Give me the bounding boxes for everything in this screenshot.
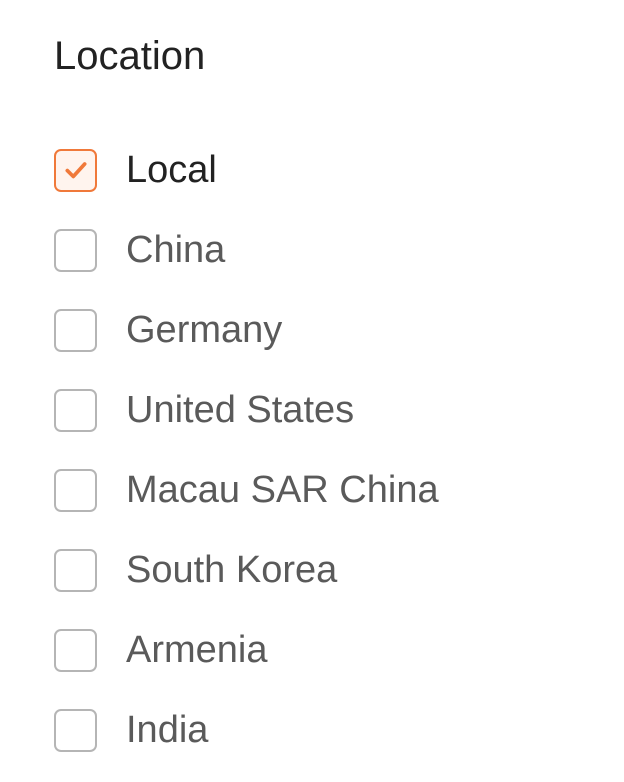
option-label: India	[126, 709, 209, 751]
checkbox[interactable]	[54, 628, 97, 672]
location-option-macau-sar-china[interactable]: Macau SAR China	[54, 450, 439, 530]
checkbox[interactable]	[54, 548, 97, 592]
location-option-germany[interactable]: Germany	[54, 290, 439, 370]
option-label: South Korea	[126, 549, 338, 591]
option-label: United States	[126, 389, 355, 431]
location-options-list: Local China Germany United States Macau …	[54, 130, 439, 770]
option-label: Macau SAR China	[126, 469, 439, 511]
checkbox[interactable]	[54, 308, 97, 352]
location-option-india[interactable]: India	[54, 690, 439, 770]
option-label: Armenia	[126, 629, 268, 671]
option-label: China	[126, 229, 226, 271]
location-filter-title: Location	[54, 34, 206, 78]
location-option-south-korea[interactable]: South Korea	[54, 530, 439, 610]
location-option-armenia[interactable]: Armenia	[54, 610, 439, 690]
checkbox[interactable]	[54, 388, 97, 432]
location-option-united-states[interactable]: United States	[54, 370, 439, 450]
checkbox[interactable]	[54, 708, 97, 752]
checkbox[interactable]	[54, 148, 97, 192]
option-label: Germany	[126, 309, 283, 351]
location-option-china[interactable]: China	[54, 210, 439, 290]
option-label: Local	[126, 149, 217, 191]
checkbox[interactable]	[54, 228, 97, 272]
location-option-local[interactable]: Local	[54, 130, 439, 210]
location-filter-panel: Location Local China Germany United Stat…	[0, 0, 624, 782]
checkmark-icon	[64, 162, 87, 179]
checkbox[interactable]	[54, 468, 97, 512]
